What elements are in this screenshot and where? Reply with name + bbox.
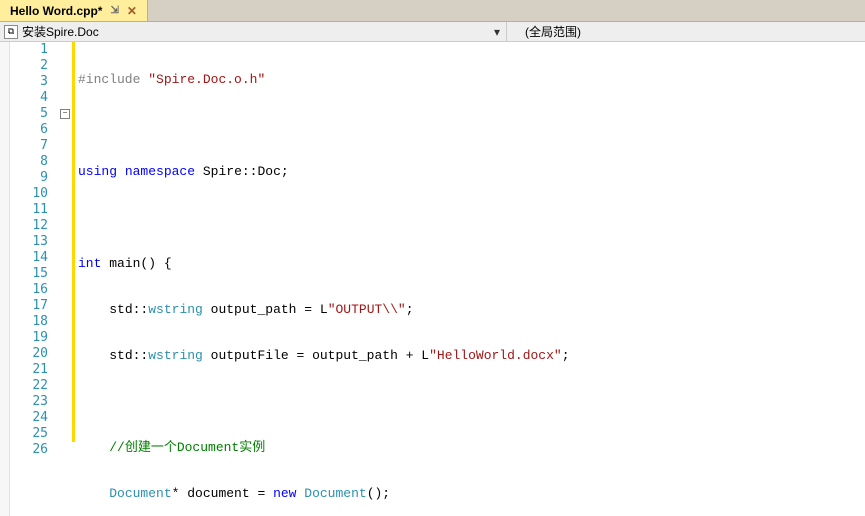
line-number: 7 — [10, 138, 58, 154]
code-line — [76, 118, 865, 134]
line-number: 10 — [10, 186, 58, 202]
line-number: 17 — [10, 298, 58, 314]
line-number: 16 — [10, 282, 58, 298]
pin-icon[interactable]: ⇲ — [110, 5, 118, 16]
indicator-margin — [0, 42, 10, 516]
tab-bar: Hello Word.cpp* ⇲ ✕ — [0, 0, 865, 22]
fold-margin: − — [58, 42, 72, 516]
nav-member-dropdown[interactable]: (全局范围) — [507, 22, 865, 41]
code-line: std::wstring output_path = L"OUTPUT\\"; — [76, 302, 865, 318]
code-line: //创建一个Document实例 — [76, 440, 865, 456]
line-number: 19 — [10, 330, 58, 346]
line-number: 20 — [10, 346, 58, 362]
code-line: std::wstring outputFile = output_path + … — [76, 348, 865, 364]
file-tab[interactable]: Hello Word.cpp* ⇲ ✕ — [0, 0, 148, 21]
nav-scope-dropdown[interactable]: ⧉ 安装Spire.Doc ▾ — [0, 22, 507, 41]
line-number: 25 — [10, 426, 58, 442]
tab-title: Hello Word.cpp* — [10, 4, 102, 18]
code-line — [76, 394, 865, 410]
line-number: 3 — [10, 74, 58, 90]
line-number: 8 — [10, 154, 58, 170]
chevron-down-icon: ▾ — [488, 25, 506, 39]
code-editor[interactable]: 1 2 3 4 5 6 7 8 9 10 11 12 13 14 15 16 1… — [0, 42, 865, 516]
line-number: 6 — [10, 122, 58, 138]
line-number: 22 — [10, 378, 58, 394]
line-number: 1 — [10, 42, 58, 58]
line-number: 21 — [10, 362, 58, 378]
code-area[interactable]: #include "Spire.Doc.o.h" using namespace… — [76, 42, 865, 516]
line-number: 23 — [10, 394, 58, 410]
line-number: 12 — [10, 218, 58, 234]
code-line — [76, 210, 865, 226]
line-number: 4 — [10, 90, 58, 106]
code-line: using namespace Spire::Doc; — [76, 164, 865, 180]
line-number: 15 — [10, 266, 58, 282]
code-line: int main() { — [76, 256, 865, 272]
nav-member-label: (全局范围) — [525, 23, 581, 40]
navigation-bar: ⧉ 安装Spire.Doc ▾ (全局范围) — [0, 22, 865, 42]
line-number: 18 — [10, 314, 58, 330]
nav-scope-label: 安装Spire.Doc — [22, 23, 99, 40]
close-icon[interactable]: ✕ — [127, 4, 137, 18]
scope-icon: ⧉ — [4, 25, 18, 39]
line-number-gutter: 1 2 3 4 5 6 7 8 9 10 11 12 13 14 15 16 1… — [10, 42, 58, 516]
fold-toggle[interactable]: − — [60, 109, 70, 119]
code-line: Document* document = new Document(); — [76, 486, 865, 502]
line-number: 13 — [10, 234, 58, 250]
line-number: 9 — [10, 170, 58, 186]
line-number: 14 — [10, 250, 58, 266]
line-number: 11 — [10, 202, 58, 218]
line-number: 26 — [10, 442, 58, 458]
line-number: 2 — [10, 58, 58, 74]
line-number: 5 — [10, 106, 58, 122]
line-number: 24 — [10, 410, 58, 426]
code-line: #include "Spire.Doc.o.h" — [76, 72, 865, 88]
